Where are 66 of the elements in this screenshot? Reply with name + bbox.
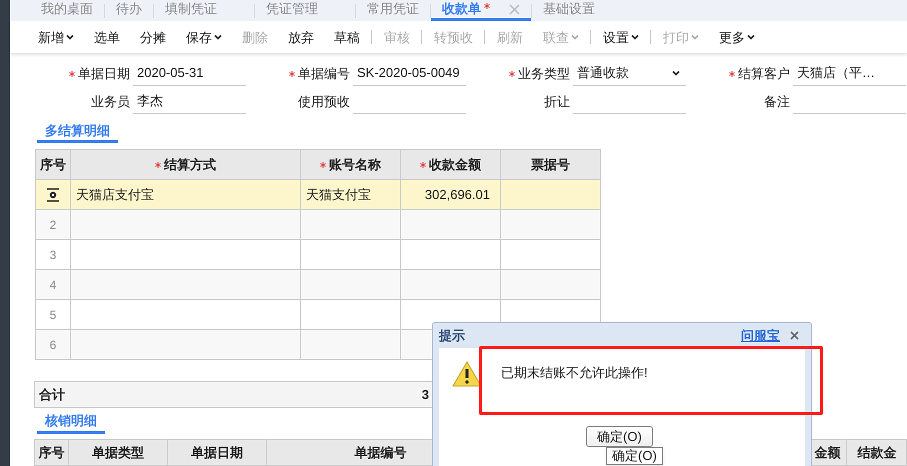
column-header: 单据日期 [166, 440, 266, 465]
column-header: 序号 [37, 444, 66, 462]
field-label: 业务类型 [509, 64, 570, 84]
required-icon [729, 70, 735, 77]
column-header: 结款金 [846, 440, 906, 465]
modified-icon [484, 3, 490, 9]
required-icon [420, 162, 426, 168]
toolbar-button[interactable]: 更多 [709, 28, 765, 48]
nav-tab[interactable]: 填制凭证 [154, 0, 254, 21]
input-field[interactable]: 2020-05-31 [133, 62, 246, 86]
table-cell-text: 天猫店支付宝 [76, 186, 154, 204]
section-tab[interactable]: 多结算明细 [37, 120, 118, 144]
toolbar-button[interactable]: 分摊 [130, 28, 176, 48]
field-label: 备注 [764, 92, 790, 111]
section-tab[interactable]: 核销明细 [37, 411, 105, 434]
table-row[interactable]: 2 [36, 209, 600, 240]
table-row[interactable]: 4 [36, 269, 600, 300]
column-header: 单据类型 [68, 440, 167, 465]
column-header: 序号 [39, 156, 67, 174]
warning-icon [452, 361, 482, 387]
help-link[interactable]: 问服宝 [741, 326, 780, 346]
field-label: 结算客户 [729, 64, 790, 84]
close-icon[interactable] [790, 331, 799, 340]
toolbar-button[interactable]: 设置 [593, 28, 649, 48]
required-icon [69, 70, 75, 77]
table-cell-text: 302,696.01 [424, 186, 490, 204]
field-label: 折让 [544, 92, 570, 111]
toolbar-button[interactable]: 草稿 [324, 28, 370, 48]
required-icon [155, 162, 161, 168]
toolbar-button[interactable]: 选单 [84, 28, 130, 48]
row-number: 4 [50, 276, 56, 294]
required-icon [289, 70, 295, 77]
toolbar-button[interactable]: 放弃 [278, 28, 324, 48]
ok-button[interactable]: 确定(O) [586, 426, 653, 447]
total-label: 合计 [39, 386, 65, 404]
table-row[interactable]: 5 [36, 299, 600, 330]
toolbar-button[interactable]: 保存 [176, 28, 232, 48]
nav-tab[interactable]: 常用凭证 [356, 0, 430, 21]
total-value: 3 [422, 386, 429, 404]
field-label: 使用预收 [298, 92, 350, 111]
table-cell-text: 天猫支付宝 [306, 186, 371, 204]
nav-tab[interactable]: 我的桌面 [30, 0, 104, 21]
table-row[interactable]: 3 [36, 239, 600, 270]
select-field[interactable]: 普通收款 [573, 62, 686, 86]
row-number: 6 [50, 336, 56, 354]
required-icon [509, 70, 515, 77]
nav-tab[interactable]: 基础设置 [532, 0, 606, 21]
caret-icon [672, 70, 680, 76]
gear-icon[interactable] [46, 188, 60, 202]
row-number: 5 [50, 306, 56, 324]
dialog-title: 提示 [439, 326, 465, 345]
input-field[interactable]: 李杰 [133, 90, 246, 114]
field-label: 单据日期 [69, 64, 130, 84]
tooltip: 确定(O) [606, 447, 663, 465]
dialog-message: 已期末结账不允许此操作! [501, 364, 648, 382]
required-icon [320, 162, 326, 168]
field-label: 单据编号 [289, 64, 350, 84]
row-number: 3 [50, 246, 56, 264]
field-label: 业务员 [91, 92, 130, 111]
table-row[interactable]: 天猫店支付宝 天猫支付宝 302,696.01 [36, 179, 600, 210]
row-number: 2 [50, 216, 56, 234]
nav-tab[interactable]: 凭证管理 [255, 0, 355, 21]
input-field[interactable]: SK-2020-05-0049 [353, 62, 466, 86]
input-field[interactable]: 天猫店（平… [793, 62, 906, 86]
nav-tab[interactable]: 待办 [105, 0, 153, 21]
toolbar-button[interactable]: 新增 [28, 28, 84, 48]
